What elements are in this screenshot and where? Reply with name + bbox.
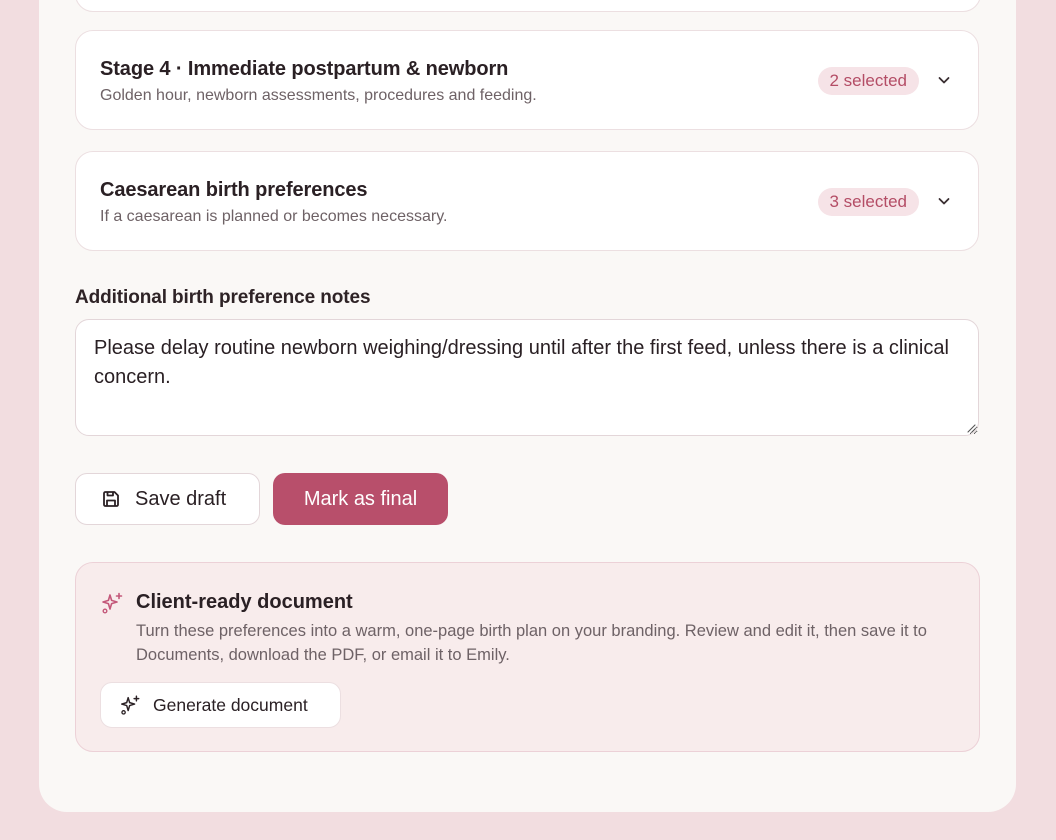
stage-card-caesarean[interactable]: Caesarean birth preferences If a caesare…: [75, 151, 979, 251]
save-draft-label: Save draft: [135, 487, 227, 510]
stage-title: Stage 4 · Immediate postpartum & newborn: [100, 58, 509, 80]
selected-count-badge: 3 selected: [817, 188, 919, 216]
document-card-description: Turn these preferences into a warm, one-…: [136, 622, 927, 664]
save-draft-button[interactable]: Save draft: [75, 473, 260, 525]
document-card-title: Client-ready document: [136, 591, 353, 613]
sparkles-icon: [102, 592, 123, 614]
notes-label: Additional birth preference notes: [75, 287, 371, 308]
stage-title: Caesarean birth preferences: [100, 179, 368, 201]
generate-document-label: Generate document: [153, 694, 308, 715]
notes-textarea[interactable]: [75, 319, 979, 436]
stage-subtitle: Golden hour, newborn assessments, proced…: [100, 87, 537, 104]
stage-card-postpartum[interactable]: Stage 4 · Immediate postpartum & newborn…: [75, 30, 979, 130]
generate-document-button[interactable]: Generate document: [100, 682, 341, 728]
chevron-down-icon[interactable]: [936, 193, 952, 209]
mark-as-final-button[interactable]: Mark as final: [273, 473, 448, 525]
previous-stage-card[interactable]: [75, 0, 981, 12]
save-icon: [103, 491, 119, 507]
mark-as-final-label: Mark as final: [303, 487, 418, 510]
sparkles-icon: [121, 695, 140, 715]
resize-grip-icon[interactable]: [966, 423, 976, 433]
selected-count-badge: 2 selected: [817, 67, 919, 95]
stage-subtitle: If a caesarean is planned or becomes nec…: [100, 208, 448, 225]
client-ready-document-card: Client-ready document Turn these prefere…: [75, 562, 980, 752]
chevron-down-icon[interactable]: [936, 72, 952, 88]
